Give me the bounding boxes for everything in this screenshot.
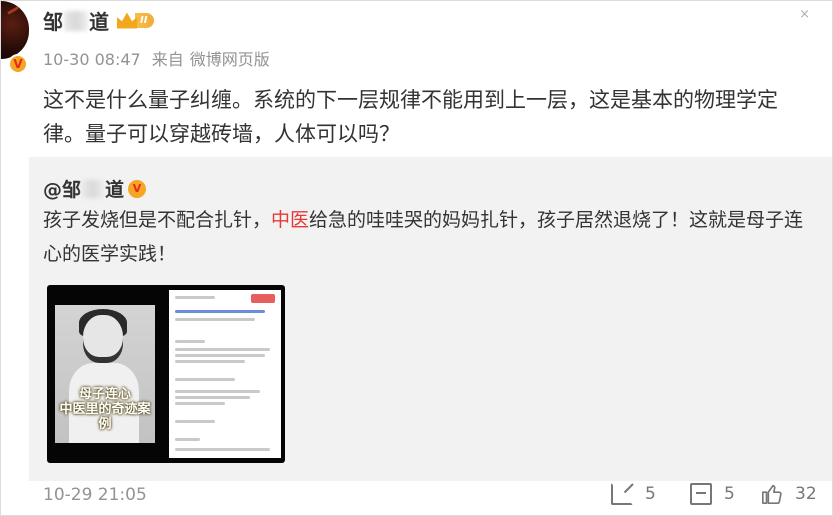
repost-author-prefix: @邹 xyxy=(43,179,82,201)
comment-icon xyxy=(690,483,712,505)
like-button[interactable]: 32 xyxy=(761,483,817,505)
redacted-blur xyxy=(64,10,88,31)
author-name[interactable]: 邹 道 II xyxy=(43,6,155,35)
repost-author-suffix: 道 xyxy=(105,179,125,201)
source-prefix: 来自 xyxy=(151,50,184,69)
video-caption-line2: 中医里的奇迹案例 xyxy=(59,402,151,432)
share-icon xyxy=(611,483,633,505)
close-icon[interactable]: × xyxy=(799,7,810,22)
verified-badge-icon: V xyxy=(128,179,147,198)
video-caption-line1: 母子连心 xyxy=(78,387,131,402)
repost-block[interactable]: @邹 道 V 孩子发烧但是不配合扎针，中医给急的哇哇哭的妈妈扎针，孩子居然退烧了… xyxy=(29,157,832,481)
share-count: 5 xyxy=(645,484,656,504)
post-footer: 10-29 21:05 5 5 32 xyxy=(1,481,833,516)
source-name: 微博网页版 xyxy=(189,50,270,69)
author-name-first: 邹 xyxy=(43,10,63,34)
avatar[interactable] xyxy=(1,1,29,59)
like-count: 32 xyxy=(795,484,817,504)
repost-text: 孩子发烧但是不配合扎针，中医给急的哇哇哭的妈妈扎针，孩子居然退烧了！这就是母子连… xyxy=(43,203,813,271)
post-text: 这不是什么量子纠缠。系统的下一层规律不能用到上一层，这是基本的物理学定律。量子可… xyxy=(43,88,778,146)
repost-text-before: 孩子发烧但是不配合扎针， xyxy=(43,209,272,231)
crown-icon xyxy=(117,12,137,29)
level-badge: II xyxy=(135,13,155,28)
author-name-last: 道 xyxy=(89,10,109,34)
video-caption: 母子连心 中医里的奇迹案例 xyxy=(55,387,155,432)
video-screenshot-preview xyxy=(169,290,281,458)
repost-author[interactable]: @邹 道 V xyxy=(43,175,147,202)
repost-highlight-link[interactable]: 中医 xyxy=(271,209,309,231)
weibo-post-card: × V 邹 道 II 10-30 08:47 来自 微博网页版 这不是什么量子纠缠… xyxy=(0,0,833,516)
video-thumbnail[interactable]: 母子连心 中医里的奇迹案例 xyxy=(47,285,285,463)
post-meta: 10-30 08:47 来自 微博网页版 xyxy=(43,46,276,70)
comment-button[interactable]: 5 xyxy=(690,483,735,505)
crown-level-icon[interactable]: II xyxy=(117,12,155,29)
comment-count: 5 xyxy=(724,484,735,504)
post-timestamp[interactable]: 10-30 08:47 xyxy=(43,50,141,69)
share-button[interactable]: 5 xyxy=(611,483,656,505)
repost-timestamp[interactable]: 10-29 21:05 xyxy=(43,485,147,505)
verified-badge-icon: V xyxy=(8,54,28,74)
redacted-blur xyxy=(82,179,105,198)
thumbs-up-icon xyxy=(761,483,783,505)
